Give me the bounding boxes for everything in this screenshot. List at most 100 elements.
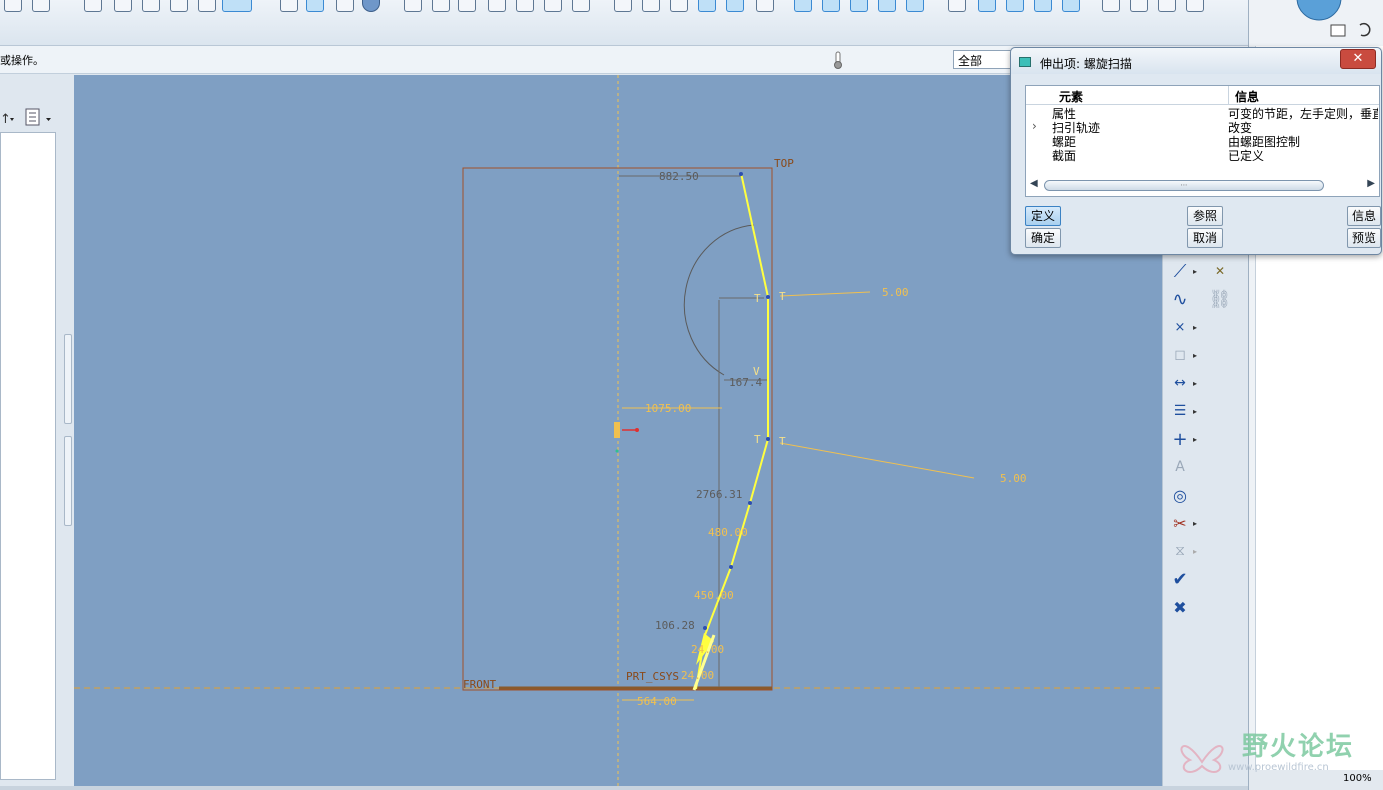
no-hidden-icon[interactable] [670, 0, 688, 12]
layers-icon[interactable] [544, 0, 562, 12]
ok-button[interactable]: 确定 [1025, 228, 1061, 248]
sketch-canvas[interactable]: TOP FRONT PRT_CSYS 882.50 5.00 5.00 167.… [74, 75, 1162, 786]
vertex[interactable] [739, 172, 743, 176]
disp-vertices-icon[interactable] [1062, 0, 1080, 12]
cancel-button[interactable]: 取消 [1187, 228, 1223, 248]
datum-points-icon[interactable] [850, 0, 868, 12]
zoom-in-icon[interactable] [404, 0, 422, 12]
disp-constraints-icon[interactable] [1006, 0, 1024, 12]
constraint-tool-icon[interactable]: + [1167, 427, 1193, 451]
define-button[interactable]: 定义 [1025, 206, 1061, 226]
vertex[interactable] [766, 295, 770, 299]
sketch-check-icon[interactable] [1186, 0, 1204, 12]
butterfly-logo-icon [1180, 745, 1224, 773]
closed-loops-icon[interactable] [1158, 0, 1176, 12]
palette-icon[interactable]: ✕ [1207, 259, 1233, 283]
info-button[interactable]: 信息 [1347, 206, 1381, 226]
scrollbar-thumb[interactable]: ⋯ [1044, 180, 1324, 191]
model-tree-list[interactable] [0, 132, 56, 780]
model-tree-panel: ↑ [0, 74, 74, 790]
cut-icon[interactable] [84, 0, 102, 12]
csys-label: PRT_CSYS [626, 670, 679, 683]
dim-1075[interactable]: 1075.00 [645, 402, 691, 415]
spline-tool-icon[interactable]: ∿ [1167, 287, 1193, 311]
dim-5-bottom[interactable]: 5.00 [1000, 472, 1027, 485]
horizontal-scrollbar[interactable]: ◀ ⋯ ▶ [1028, 177, 1377, 194]
dialog-titlebar[interactable]: 伸出项: 螺旋扫描 ✕ [1011, 48, 1381, 74]
repaint-icon[interactable] [280, 0, 298, 12]
panel-splitter-bottom[interactable] [64, 436, 72, 526]
table-row[interactable]: 截面 已定义 [1026, 147, 1379, 163]
line-tool-icon[interactable]: ⟋ [1167, 259, 1193, 283]
select-box-icon[interactable] [222, 0, 252, 12]
hidden-line-icon[interactable] [642, 0, 660, 12]
dim-5-top[interactable]: 5.00 [882, 286, 909, 299]
regenerate-icon[interactable] [198, 0, 216, 12]
sketch-view-icon[interactable] [948, 0, 966, 12]
copy-icon[interactable] [114, 0, 132, 12]
disp-grid-icon[interactable] [1034, 0, 1052, 12]
spin-center-icon[interactable] [306, 0, 324, 12]
panel-splitter-top[interactable] [64, 334, 72, 424]
thermometer-icon [834, 51, 842, 69]
dim-882[interactable]: 882.50 [659, 170, 699, 183]
sketcher-palette-icon[interactable]: ◎ [1167, 483, 1193, 507]
graphics-window[interactable]: TOP FRONT PRT_CSYS 882.50 5.00 5.00 167.… [74, 75, 1162, 786]
dim-564[interactable]: 564.00 [637, 695, 677, 708]
reorient-icon[interactable] [488, 0, 506, 12]
open-ends-icon[interactable] [1130, 0, 1148, 12]
vertex[interactable] [703, 626, 707, 630]
dim-24-b[interactable]: 24.00 [681, 669, 714, 682]
point-tool-icon[interactable]: × [1167, 315, 1193, 339]
mirror-tool-icon[interactable]: ⧖ [1167, 539, 1193, 563]
orient-icon[interactable] [336, 0, 354, 12]
reference-button[interactable]: 参照 [1187, 206, 1223, 226]
disp-dims-icon[interactable] [978, 0, 996, 12]
modify-tool-icon[interactable]: ☰ [1167, 399, 1193, 423]
shading-icon[interactable] [362, 0, 380, 12]
browser-nav-icons[interactable] [1249, 0, 1383, 46]
annotation-display-icon[interactable] [906, 0, 924, 12]
vertex[interactable] [766, 437, 770, 441]
cancel-x-icon[interactable]: ✖ [1167, 595, 1193, 619]
table-row[interactable]: › 扫引轨迹 改变 [1026, 119, 1379, 135]
saved-views-icon[interactable] [516, 0, 534, 12]
table-row[interactable]: 属性 可变的节距，左手定则，垂直 [1026, 105, 1379, 121]
dim-2766[interactable]: 2766.31 [696, 488, 742, 501]
datum-display-icon[interactable] [756, 0, 774, 12]
datum-axes-icon[interactable] [822, 0, 840, 12]
view-manager-icon[interactable] [572, 0, 590, 12]
use-edge-icon[interactable]: ◻ [1167, 343, 1193, 367]
enhanced-realism-icon[interactable] [726, 0, 744, 12]
vertex[interactable] [729, 565, 733, 569]
scroll-left-icon[interactable]: ◀ [1030, 178, 1038, 189]
confirm-check-icon[interactable]: ✔ [1167, 567, 1193, 591]
element-table[interactable]: 元素 信息 属性 可变的节距，左手定则，垂直 › 扫引轨迹 改变 螺距 由螺距图… [1025, 85, 1380, 197]
table-row[interactable]: 螺距 由螺距图控制 [1026, 133, 1379, 149]
paste-icon[interactable] [142, 0, 160, 12]
redo-icon[interactable] [32, 0, 50, 12]
vertex[interactable] [748, 501, 752, 505]
scroll-right-icon[interactable]: ▶ [1367, 178, 1375, 189]
chain-icon[interactable]: ⛓ [1207, 287, 1233, 311]
dimension-tool-icon[interactable]: ↔ [1167, 371, 1193, 395]
refit-icon[interactable] [458, 0, 476, 12]
trim-tool-icon[interactable]: ✂ [1167, 511, 1193, 535]
text-tool-icon[interactable]: A [1167, 455, 1193, 479]
preview-button[interactable]: 预览 [1347, 228, 1381, 248]
csys-display-icon[interactable] [878, 0, 896, 12]
tree-settings-icon[interactable]: ↑ [0, 104, 66, 132]
dim-24-a[interactable]: 24.00 [691, 643, 724, 656]
overlapping-geom-icon[interactable] [1102, 0, 1120, 12]
zoom-out-icon[interactable] [432, 0, 450, 12]
sweep-trajectory[interactable] [695, 172, 769, 690]
wireframe-icon[interactable] [614, 0, 632, 12]
dim-450[interactable]: 450.00 [694, 589, 734, 602]
undo-icon[interactable] [4, 0, 22, 12]
close-icon[interactable]: ✕ [1340, 49, 1376, 69]
paste-special-icon[interactable] [170, 0, 188, 12]
shaded-icon[interactable] [698, 0, 716, 12]
dim-480[interactable]: 480.00 [708, 526, 748, 539]
dim-106[interactable]: 106.28 [655, 619, 695, 632]
datum-planes-icon[interactable] [794, 0, 812, 12]
